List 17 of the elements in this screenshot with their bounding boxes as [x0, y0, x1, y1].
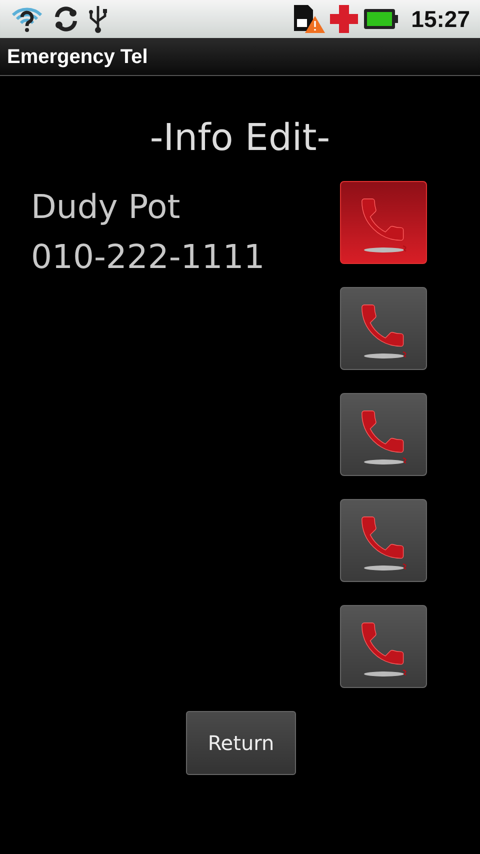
return-button[interactable]: Return	[186, 711, 296, 776]
app-title: Emergency Tel	[7, 44, 148, 70]
contact-name: Dudy Pot	[31, 186, 182, 228]
battery-icon	[363, 8, 400, 30]
phone-number: 010-222-1111	[31, 236, 266, 278]
call-button[interactable]	[340, 287, 427, 370]
cross-icon	[329, 4, 360, 34]
wifi-question-icon	[10, 5, 44, 33]
usb-icon	[88, 4, 108, 34]
clock: 15:27	[411, 4, 470, 34]
sim-warning-icon	[293, 4, 326, 34]
call-button[interactable]	[340, 181, 427, 264]
sync-icon	[52, 5, 80, 33]
call-button[interactable]	[340, 393, 427, 476]
call-button[interactable]	[340, 605, 427, 688]
screen-heading: -Info Edit-	[148, 116, 332, 160]
call-button[interactable]	[340, 499, 427, 582]
